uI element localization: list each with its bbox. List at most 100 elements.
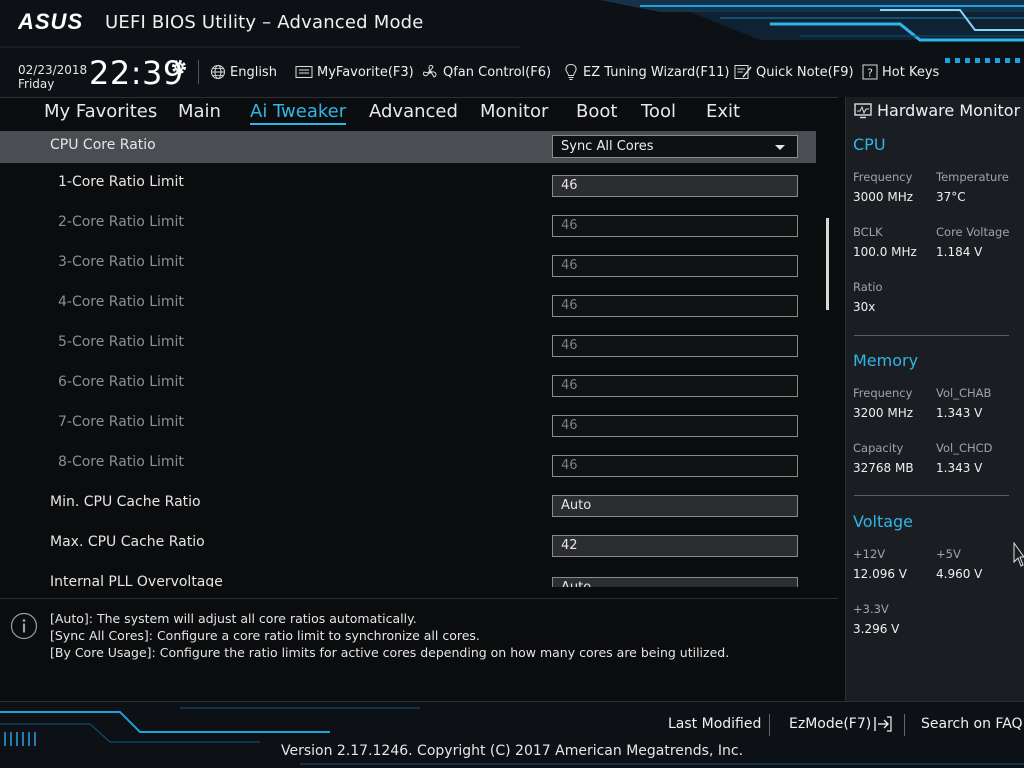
vol-chcd-value: 1.343 V (936, 461, 983, 475)
header-bar: ASUS UEFI BIOS Utility – Advanced Mode 0… (0, 0, 1024, 97)
internal-pll-overvoltage-input[interactable]: Auto (552, 577, 798, 587)
setting-label: 3-Core Ratio Limit (58, 254, 184, 270)
footer-divider (904, 714, 905, 736)
svg-text:?: ? (867, 67, 873, 80)
3-core-ratio-input: 46 (552, 255, 798, 277)
setting-label: 5-Core Ratio Limit (58, 334, 184, 350)
header-divider (198, 60, 199, 84)
v12-label: +12V (853, 547, 886, 561)
setting-row-8-core-ratio: 8-Core Ratio Limit 46 (0, 443, 816, 483)
bclk-value: 100.0 MHz (853, 245, 917, 259)
dropdown-value: Sync All Cores (561, 139, 654, 154)
copyright-text: Version 2.17.1246. Copyright (C) 2017 Am… (280, 743, 744, 759)
v5-label: +5V (936, 547, 961, 561)
2-core-ratio-input: 46 (552, 215, 798, 237)
quick-note-button[interactable]: Quick Note(F9) (734, 62, 854, 82)
v33-label: +3.3V (853, 602, 889, 616)
help-text-by-core-usage: [By Core Usage]: Configure the ratio lim… (50, 645, 730, 660)
monitor-icon (854, 102, 872, 118)
min-cpu-cache-ratio-input[interactable]: Auto (552, 495, 798, 517)
memory-frequency-value: 3200 MHz (853, 406, 914, 420)
1-core-ratio-input[interactable]: 46 (552, 175, 798, 197)
vol-chcd-label: Vol_CHCD (936, 441, 993, 455)
qfan-control-button[interactable]: Qfan Control(F6) (421, 62, 551, 82)
section-divider (854, 495, 1009, 496)
core-voltage-value: 1.184 V (936, 245, 983, 259)
v33-value: 3.296 V (853, 622, 900, 636)
language-button[interactable]: English (210, 62, 277, 82)
ez-tuning-wizard-button[interactable]: EZ Tuning Wizard(F11) (563, 62, 729, 82)
asus-logo: ASUS (18, 9, 83, 34)
5-core-ratio-input: 46 (552, 335, 798, 357)
setting-row-internal-pll-overvoltage[interactable]: Internal PLL Overvoltage Auto (0, 563, 816, 587)
tab-tool[interactable]: Tool (641, 101, 676, 122)
capacity-value: 32768 MB (853, 461, 914, 475)
bclk-label: BCLK (853, 225, 883, 239)
ez-tuning-wizard-label: EZ Tuning Wizard(F11) (583, 64, 730, 80)
settings-list: CPU Core Ratio Sync All Cores 1-Core Rat… (0, 131, 838, 587)
8-core-ratio-input: 46 (552, 455, 798, 477)
setting-label: 1-Core Ratio Limit (58, 174, 184, 190)
setting-label: 2-Core Ratio Limit (58, 214, 184, 230)
setting-row-min-cpu-cache-ratio[interactable]: Min. CPU Cache Ratio Auto (0, 483, 816, 523)
cpu-temperature-label: Temperature (936, 170, 1009, 184)
hardware-monitor-title: Hardware Monitor (854, 101, 1020, 120)
day-text: Friday (18, 77, 55, 91)
myfavorite-button[interactable]: MyFavorite(F3) (295, 62, 414, 82)
hot-keys-button[interactable]: ? Hot Keys (862, 62, 939, 82)
ezmode-label: EzMode(F7) (789, 716, 872, 732)
memory-frequency-label: Frequency (853, 386, 913, 400)
v5-value: 4.960 V (936, 567, 983, 581)
tab-boot[interactable]: Boot (576, 101, 617, 122)
tab-ai-tweaker[interactable]: Ai Tweaker (250, 101, 347, 125)
favorite-icon (295, 66, 313, 78)
gear-icon[interactable] (170, 58, 188, 76)
setting-row-max-cpu-cache-ratio[interactable]: Max. CPU Cache Ratio 42 (0, 523, 816, 563)
cpu-core-ratio-dropdown[interactable]: Sync All Cores (552, 135, 798, 158)
tab-monitor[interactable]: Monitor (480, 101, 548, 122)
setting-label: Max. CPU Cache Ratio (50, 534, 205, 550)
myfavorite-label: MyFavorite(F3) (317, 64, 414, 80)
setting-row-1-core-ratio[interactable]: 1-Core Ratio Limit 46 (0, 163, 816, 203)
svg-text:ASUS: ASUS (18, 9, 83, 34)
6-core-ratio-input: 46 (552, 375, 798, 397)
main-tab-bar: My Favorites Main Ai Tweaker Advanced Mo… (0, 97, 838, 131)
help-text-sync-all-cores: [Sync All Cores]: Configure a core ratio… (50, 628, 480, 643)
search-faq-button[interactable]: Search on FAQ (921, 716, 1023, 732)
tab-my-favorites[interactable]: My Favorites (44, 101, 157, 122)
setting-row-3-core-ratio: 3-Core Ratio Limit 46 (0, 243, 816, 283)
7-core-ratio-input: 46 (552, 415, 798, 437)
help-panel: [Auto]: The system will adjust all core … (0, 598, 838, 700)
4-core-ratio-input: 46 (552, 295, 798, 317)
settings-scrollbar[interactable] (826, 218, 829, 310)
setting-row-6-core-ratio: 6-Core Ratio Limit 46 (0, 363, 816, 403)
setting-row-cpu-core-ratio[interactable]: CPU Core Ratio Sync All Cores (0, 131, 816, 163)
mouse-cursor-icon (1013, 542, 1024, 567)
fan-icon (423, 64, 437, 78)
ezmode-button[interactable]: EzMode(F7) (789, 716, 893, 732)
cpu-frequency-label: Frequency (853, 170, 913, 184)
tab-exit[interactable]: Exit (706, 101, 740, 122)
tab-advanced[interactable]: Advanced (369, 101, 458, 122)
help-text-auto: [Auto]: The system will adjust all core … (50, 611, 417, 626)
setting-row-7-core-ratio: 7-Core Ratio Limit 46 (0, 403, 816, 443)
tab-main[interactable]: Main (178, 101, 221, 122)
vol-chab-value: 1.343 V (936, 406, 983, 420)
hardware-monitor-label: Hardware Monitor (877, 101, 1021, 120)
capacity-label: Capacity (853, 441, 904, 455)
setting-label: 7-Core Ratio Limit (58, 414, 184, 430)
globe-icon (211, 65, 225, 79)
language-label: English (230, 64, 277, 80)
max-cpu-cache-ratio-input[interactable]: 42 (552, 535, 798, 557)
qfan-control-label: Qfan Control(F6) (443, 64, 552, 80)
ratio-label: Ratio (853, 280, 883, 294)
vol-chab-label: Vol_CHAB (936, 386, 992, 400)
hot-keys-label: Hot Keys (882, 64, 940, 80)
setting-label: 8-Core Ratio Limit (58, 454, 184, 470)
bulb-icon (565, 63, 577, 80)
setting-row-2-core-ratio: 2-Core Ratio Limit 46 (0, 203, 816, 243)
setting-row-5-core-ratio: 5-Core Ratio Limit 46 (0, 323, 816, 363)
v12-value: 12.096 V (853, 567, 908, 581)
footer-divider (769, 714, 770, 736)
last-modified-button[interactable]: Last Modified (668, 716, 761, 732)
